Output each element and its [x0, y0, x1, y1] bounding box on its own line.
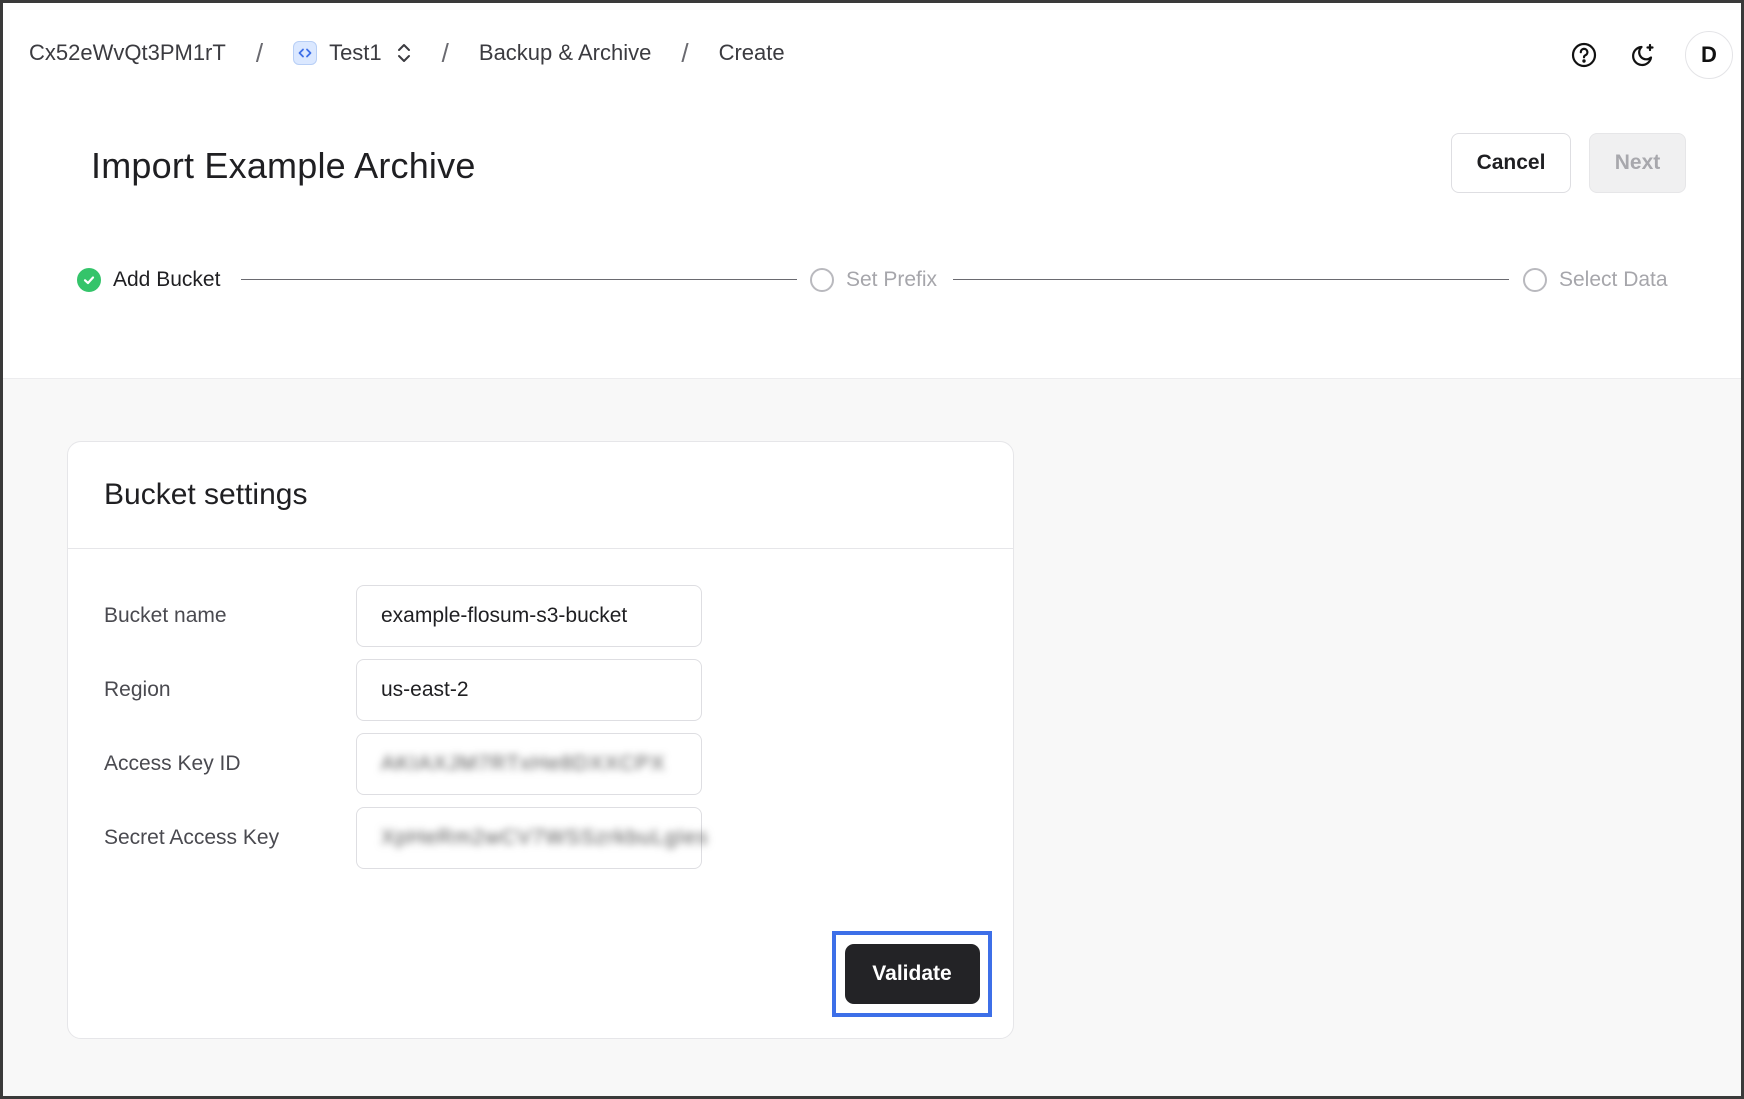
card-header: Bucket settings: [68, 442, 1013, 549]
moon-icon[interactable]: [1625, 36, 1663, 74]
breadcrumb-separator: /: [441, 37, 449, 68]
step-connector: [953, 279, 1509, 280]
masked-value: XpHeRm2wCV7WSSzrkbuLgIes: [381, 826, 709, 849]
avatar[interactable]: D: [1685, 31, 1733, 79]
field-label: Bucket name: [104, 604, 227, 627]
breadcrumb-separator: /: [255, 37, 264, 68]
content-area: Bucket settings Bucket name example-flos…: [3, 378, 1741, 1096]
field-label: Access Key ID: [104, 752, 241, 775]
code-icon: [293, 41, 318, 65]
check-circle-icon: [77, 268, 101, 292]
cancel-button[interactable]: Cancel: [1451, 133, 1571, 193]
secret-access-key-input[interactable]: XpHeRm2wCV7WSSzrkbuLgIes: [356, 807, 707, 869]
breadcrumb-org[interactable]: Cx52eWvQt3PM1rT: [29, 40, 226, 66]
step-label: Set Prefix: [846, 268, 938, 291]
bucket-name-input[interactable]: example-flosum-s3-bucket: [356, 585, 702, 647]
empty-circle-icon: [810, 268, 834, 292]
form-row-bucket-name: Bucket name example-flosum-s3-bucket: [104, 585, 702, 647]
step-label: Select Data: [1559, 268, 1668, 291]
breadcrumb: Cx52eWvQt3PM1rT / Test1 / Backup & Archi…: [29, 38, 785, 69]
empty-circle-icon: [1523, 268, 1547, 292]
bucket-settings-card: Bucket settings Bucket name example-flos…: [67, 441, 1014, 1039]
validate-button[interactable]: Validate: [844, 944, 980, 1004]
top-actions: D: [1565, 31, 1733, 79]
step-connector: [241, 279, 797, 280]
breadcrumb-current: Create: [718, 40, 785, 65]
validate-highlight: Validate: [832, 931, 992, 1017]
breadcrumb-section[interactable]: Backup & Archive: [479, 40, 651, 66]
masked-value: AKIAXJM7RTxHe8DXXCPX: [381, 752, 666, 775]
page-title: Import Example Archive: [91, 145, 476, 186]
help-circle-icon[interactable]: [1565, 36, 1603, 74]
breadcrumb-environment[interactable]: Test1: [329, 40, 382, 66]
app-window: Cx52eWvQt3PM1rT / Test1 / Backup & Archi…: [0, 0, 1744, 1099]
top-bar: Cx52eWvQt3PM1rT / Test1 / Backup & Archi…: [3, 3, 1741, 103]
step-add-bucket[interactable]: Add Bucket: [77, 263, 220, 297]
field-label: Region: [104, 678, 171, 701]
chevron-up-down-icon[interactable]: [396, 41, 412, 65]
region-input[interactable]: us-east-2: [356, 659, 702, 721]
field-label: Secret Access Key: [104, 826, 280, 849]
form-row-access-key-id: Access Key ID AKIAXJM7RTxHe8DXXCPX: [104, 733, 702, 795]
step-select-data[interactable]: Select Data: [1523, 263, 1668, 297]
form-row-region: Region us-east-2: [104, 659, 702, 721]
access-key-id-input[interactable]: AKIAXJM7RTxHe8DXXCPX: [356, 733, 702, 795]
card-title: Bucket settings: [104, 478, 308, 511]
form-row-secret-access-key: Secret Access Key XpHeRm2wCV7WSSzrkbuLgI…: [104, 807, 707, 869]
stepper: Add Bucket Set Prefix Select Data: [77, 263, 1677, 297]
step-label: Add Bucket: [113, 268, 221, 291]
step-set-prefix[interactable]: Set Prefix: [810, 263, 937, 297]
breadcrumb-separator: /: [681, 37, 689, 68]
next-button[interactable]: Next: [1589, 133, 1686, 193]
